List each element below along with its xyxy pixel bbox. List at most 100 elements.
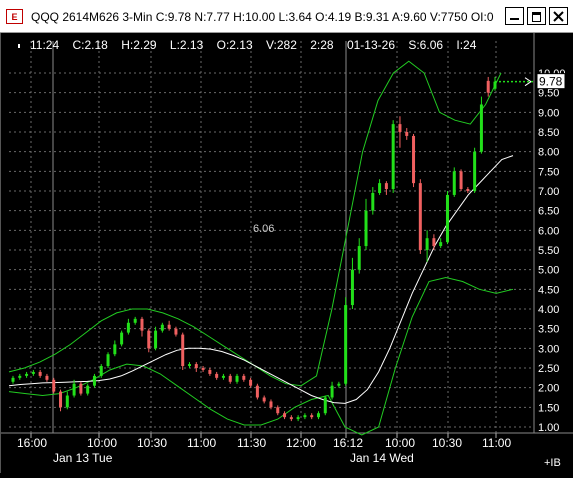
info-low: L:2.13 [169, 38, 204, 52]
info-high: H:2.29 [121, 38, 157, 52]
candle-up [99, 366, 103, 376]
y-axis-tick-label: 6.50 [538, 206, 559, 218]
candle-up [357, 246, 361, 270]
x-axis-tick-label: 12:00 [286, 436, 316, 450]
candle-up [316, 413, 320, 418]
candle-down [405, 132, 409, 136]
candle-up [188, 364, 192, 367]
maximize-button[interactable] [527, 7, 546, 25]
y-axis-tick-label: 6.00 [538, 225, 559, 237]
candle-down [215, 373, 219, 378]
candle-down [208, 369, 212, 374]
candle-up [445, 194, 449, 243]
session-marker [18, 44, 20, 48]
candle-up [337, 383, 341, 386]
candle-down [167, 324, 171, 329]
candle-up [18, 375, 22, 378]
candle-up [65, 395, 69, 408]
candle-up [133, 318, 137, 323]
candle-up [473, 151, 477, 191]
candle-up [391, 124, 395, 190]
last-price-label: 9.78 [539, 75, 563, 89]
candle-up [479, 104, 483, 152]
candle-down [59, 391, 63, 408]
x-axis-tick-label: 10:00 [385, 436, 415, 450]
info-volume: V:282 [265, 38, 297, 52]
cursor-value-readout: 6.06 [253, 223, 275, 235]
y-axis-tick-label: 1.00 [538, 422, 559, 434]
candle-up [126, 322, 130, 333]
candle-up [378, 183, 382, 193]
chart-background [1, 33, 573, 473]
candle-down [228, 375, 232, 382]
candle-up [120, 332, 124, 345]
close-button[interactable] [549, 7, 568, 25]
candle-down [283, 413, 287, 418]
price-chart[interactable]: 10.009.509.008.508.007.507.006.506.005.5… [1, 33, 573, 473]
candle-down [289, 417, 293, 420]
candle-down [269, 401, 273, 408]
app-icon: E [6, 9, 23, 24]
y-axis-tick-label: 9.00 [538, 107, 559, 119]
candle-down [249, 379, 253, 386]
candle-down [412, 135, 416, 184]
candle-down [276, 407, 280, 414]
x-axis-tick-label: 10:00 [87, 436, 117, 450]
candle-up [92, 375, 96, 386]
y-axis-tick-label: 1.50 [538, 402, 559, 414]
candle-up [221, 375, 225, 378]
x-axis-tick-label: 10:30 [432, 436, 462, 450]
info-close: C:2.18 [72, 38, 108, 52]
candle-up [235, 375, 239, 382]
candle-down [486, 80, 490, 93]
y-axis-tick-label: 8.50 [538, 127, 559, 139]
candle-up [303, 415, 307, 418]
minimize-button[interactable] [505, 7, 524, 25]
y-axis-tick-label: 2.00 [538, 383, 559, 395]
candle-down [140, 318, 144, 331]
candle-up [452, 171, 456, 195]
window-title-bar: E QQQ 2614M626 3-Min C:9.78 N:7.77 H:10.… [0, 0, 573, 33]
candle-down [466, 189, 470, 191]
x-axis-date-label: Jan 14 Wed [350, 451, 414, 465]
candle-up [350, 269, 354, 306]
candle-up [344, 305, 348, 384]
price-chart-area[interactable]: 10.009.509.008.508.007.507.006.506.005.5… [0, 33, 573, 473]
candle-up [113, 344, 117, 355]
candle-up [323, 397, 327, 414]
candle-down [432, 238, 436, 247]
candle-down [147, 330, 151, 349]
info-bar: 11:24 C:2.18 H:2.29 L:2.13 O:2.13 V:282 … [30, 38, 476, 52]
y-axis-tick-label: 9.50 [538, 88, 559, 100]
candle-up [493, 81, 497, 89]
candle-up [31, 371, 35, 374]
y-axis-tick-label: 3.50 [538, 324, 559, 336]
x-axis-date-label: Jan 13 Tue [53, 451, 113, 465]
y-axis-tick-label: 7.50 [538, 166, 559, 178]
x-axis-tick-label: 16:12 [333, 436, 363, 450]
candle-up [330, 385, 334, 398]
close-icon [553, 11, 564, 22]
candle-up [106, 354, 110, 367]
candle-down [418, 183, 422, 250]
candle-down [181, 334, 185, 367]
candle-up [86, 385, 90, 394]
candle-up [296, 417, 300, 420]
candle-down [201, 368, 205, 370]
candle-up [25, 373, 29, 376]
candle-down [52, 379, 56, 392]
candle-down [384, 183, 388, 190]
candle-down [45, 375, 49, 380]
candle-up [154, 330, 158, 349]
info-date: 01-13-26 [346, 38, 395, 52]
candle-up [439, 242, 443, 247]
candle-down [398, 124, 402, 132]
info-interval: I:24 [456, 38, 477, 52]
candle-up [160, 324, 164, 331]
x-axis-tick-label: 10:30 [137, 436, 167, 450]
y-axis-tick-label: 2.50 [538, 363, 559, 375]
y-axis-tick-label: 4.50 [538, 284, 559, 296]
candle-down [242, 375, 246, 380]
candle-up [371, 192, 375, 211]
candle-down [174, 328, 178, 335]
